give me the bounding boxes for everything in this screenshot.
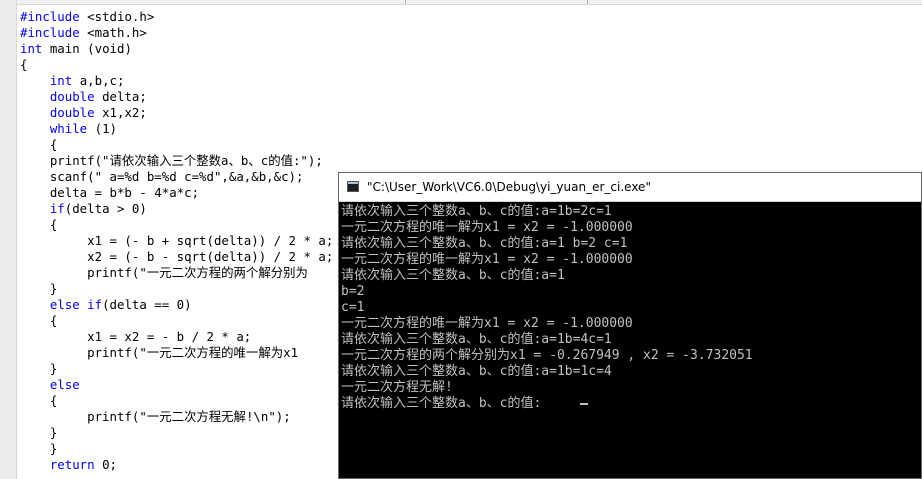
code-keyword: #include — [20, 25, 80, 40]
code-line: int main (void) — [20, 41, 132, 57]
code-keyword: else if — [49, 297, 103, 312]
code-text: scanf(" a=%d b=%d c=%d",&a,&b,&c); — [20, 169, 304, 184]
code-keyword: if — [49, 201, 65, 216]
code-line: #include <stdio.h> — [20, 9, 154, 25]
code-text: main (void) — [42, 41, 132, 56]
code-line: double x1,x2; — [20, 105, 147, 121]
code-line: { — [20, 137, 57, 153]
code-line: else if(delta == 0) — [20, 297, 192, 313]
code-line: } — [20, 361, 57, 377]
code-text: x1 = (- b + sqrt(delta)) / 2 * a; — [20, 233, 334, 248]
code-keyword: return — [49, 457, 95, 472]
code-text: printf("一元二次方程的两个解分别为 — [20, 265, 308, 280]
code-line: double delta; — [20, 89, 147, 105]
console-line: 请依次输入三个整数a、b、c的值: — [341, 396, 542, 411]
code-text: (delta == 0) — [102, 297, 192, 312]
code-line: } — [20, 425, 57, 441]
console-output[interactable]: 请依次输入三个整数a、b、c的值:a=1b=2c=1 一元二次方程的唯一解为x1 … — [339, 202, 921, 478]
code-keyword: double — [49, 89, 95, 104]
console-line: 一元二次方程的唯一解为x1 = x2 = -1.000000 — [341, 220, 633, 235]
code-text: (1) — [87, 121, 117, 136]
code-text: delta; — [94, 89, 147, 104]
code-text: printf("一元二次方程无解!\n"); — [20, 409, 291, 424]
code-line: return 0; — [20, 457, 117, 473]
code-text: { — [20, 393, 58, 408]
code-text: } — [20, 281, 58, 296]
code-line: while (1) — [20, 121, 117, 137]
console-app-icon — [347, 181, 359, 192]
code-text: x2 = (- b - sqrt(delta)) / 2 * a; — [20, 249, 334, 264]
code-text: } — [20, 361, 58, 376]
console-line: 请依次输入三个整数a、b、c的值:a=1b=2c=1 — [341, 204, 612, 219]
console-cursor — [580, 403, 588, 405]
console-line: c=1 — [341, 300, 365, 315]
code-line: printf("请依次输入三个整数a、b、c的值:"); — [20, 153, 323, 169]
code-line: scanf(" a=%d b=%d c=%d",&a,&b,&c); — [20, 169, 304, 185]
code-line: int a,b,c; — [20, 73, 125, 89]
code-text: printf("一元二次方程的唯一解为x1 — [20, 345, 299, 360]
code-line: #include <math.h> — [20, 25, 147, 41]
code-keyword: else — [49, 377, 80, 392]
code-text: x1,x2; — [94, 105, 147, 120]
code-line: delta = b*b - 4*a*c; — [20, 185, 199, 201]
code-text: printf("请依次输入三个整数a、b、c的值:"); — [20, 153, 323, 168]
console-window[interactable]: "C:\User_Work\VC6.0\Debug\yi_yuan_er_ci.… — [338, 172, 922, 479]
code-line: if(delta > 0) — [20, 201, 147, 217]
code-keyword: double — [49, 105, 95, 120]
console-line: 一元二次方程的唯一解为x1 = x2 = -1.000000 — [341, 252, 633, 267]
code-line: { — [20, 217, 57, 233]
code-text: <stdio.h> — [79, 9, 155, 24]
console-line: 请依次输入三个整数a、b、c的值:a=1b=1c=4 — [341, 364, 612, 379]
code-text: delta = b*b - 4*a*c; — [20, 185, 200, 200]
code-text: a,b,c; — [72, 73, 125, 88]
code-line: printf("一元二次方程的唯一解为x1 — [20, 345, 298, 361]
code-keyword: int — [20, 41, 43, 56]
code-line: x2 = (- b - sqrt(delta)) / 2 * a; — [20, 249, 333, 265]
code-text: } — [20, 425, 58, 440]
console-line: 请依次输入三个整数a、b、c的值:a=1 b=2 c=1 — [341, 236, 628, 251]
code-line: printf("一元二次方程的两个解分别为 — [20, 265, 308, 281]
code-keyword: while — [49, 121, 88, 136]
code-line: } — [20, 441, 57, 457]
console-line: 一元二次方程无解! — [341, 380, 453, 395]
code-text: { — [20, 217, 58, 232]
console-line: 请依次输入三个整数a、b、c的值:a=1 — [341, 268, 565, 283]
code-keyword: #include — [20, 9, 80, 24]
code-text: { — [20, 313, 58, 328]
code-text: { — [20, 137, 58, 152]
code-line: } — [20, 281, 57, 297]
code-keyword: int — [49, 73, 73, 88]
code-text: <math.h> — [79, 25, 147, 40]
code-text: { — [20, 57, 28, 72]
console-titlebar[interactable]: "C:\User_Work\VC6.0\Debug\yi_yuan_er_ci.… — [339, 173, 921, 202]
console-title: "C:\User_Work\VC6.0\Debug\yi_yuan_er_ci.… — [367, 180, 651, 194]
code-text: 0; — [94, 457, 117, 472]
code-line: { — [20, 393, 57, 409]
console-line: 一元二次方程的两个解分别为x1 = -0.267949 , x2 = -3.73… — [341, 348, 753, 363]
code-line: printf("一元二次方程无解!\n"); — [20, 409, 291, 425]
code-text: (delta > 0) — [64, 201, 147, 216]
code-text: } — [20, 441, 58, 456]
console-line: b=2 — [341, 284, 365, 299]
code-line: x1 = x2 = - b / 2 * a; — [20, 329, 251, 345]
code-line: x1 = (- b + sqrt(delta)) / 2 * a; — [20, 233, 333, 249]
editor-gutter — [0, 0, 17, 479]
console-line: 一元二次方程的唯一解为x1 = x2 = -1.000000 — [341, 316, 633, 331]
code-text: x1 = x2 = - b / 2 * a; — [20, 329, 252, 344]
code-line: { — [20, 57, 27, 73]
console-line: 请依次输入三个整数a、b、c的值:a=1b=4c=1 — [341, 332, 612, 347]
code-line: else — [20, 377, 80, 393]
code-line: { — [20, 313, 57, 329]
